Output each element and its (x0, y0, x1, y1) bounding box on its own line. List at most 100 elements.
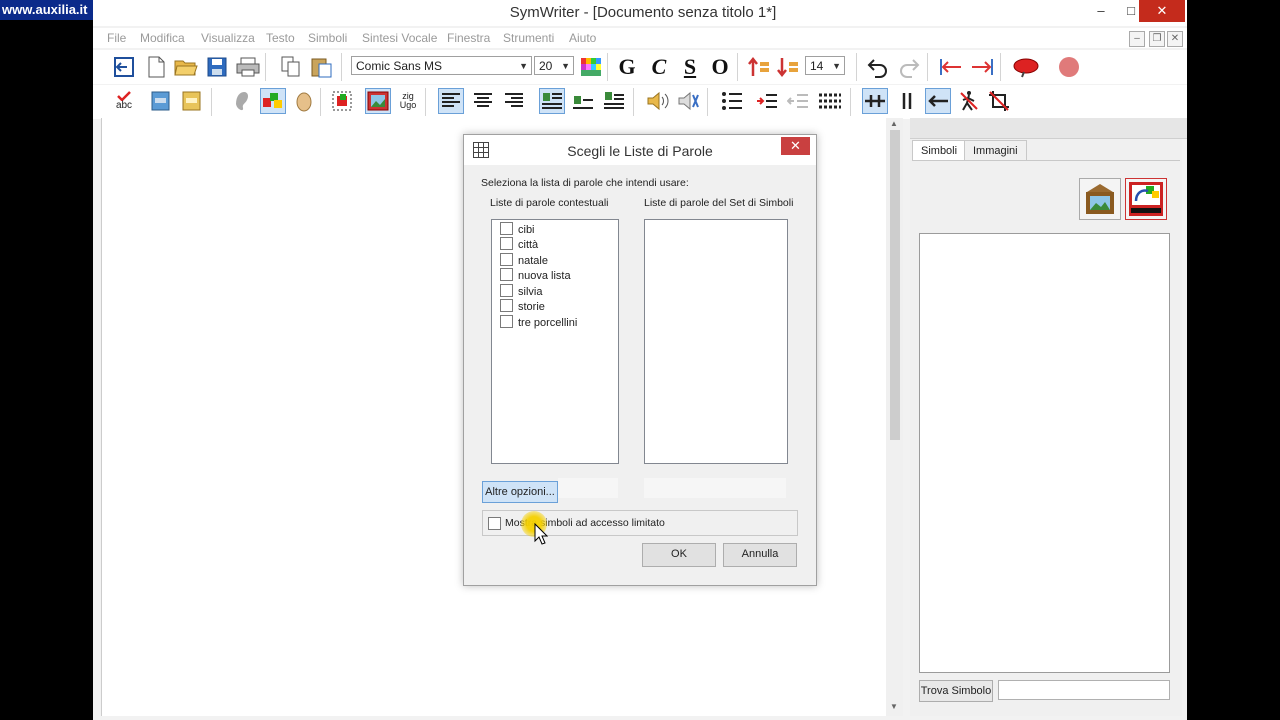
checkbox[interactable] (500, 268, 513, 281)
align-left-icon[interactable] (438, 88, 464, 114)
paste-icon[interactable] (309, 54, 335, 80)
tab-simboli[interactable]: Simboli (912, 140, 967, 161)
list-item[interactable]: natale (500, 253, 548, 268)
menu-strumenti[interactable]: Strumenti (503, 31, 554, 45)
symbol-size-up-icon[interactable] (746, 54, 772, 80)
menu-modifica[interactable]: Modifica (140, 31, 185, 45)
close-button[interactable]: ✕ (1139, 0, 1185, 22)
ear-icon[interactable] (228, 88, 254, 114)
arrow-left-icon[interactable] (925, 88, 951, 114)
minimize-button[interactable]: – (1086, 0, 1116, 22)
separator (607, 53, 608, 81)
symbol-mode-icon[interactable] (260, 88, 286, 114)
new-document-icon[interactable] (143, 54, 169, 80)
scrollbar-thumb[interactable] (890, 130, 900, 440)
list-item[interactable]: storie (500, 299, 545, 314)
open-folder-icon[interactable] (173, 54, 199, 80)
egg-icon[interactable] (291, 88, 317, 114)
undo-icon[interactable] (865, 54, 891, 80)
checkbox[interactable] (500, 237, 513, 250)
wordlist-book-icon[interactable] (179, 88, 205, 114)
mdi-close-button[interactable]: ✕ (1167, 31, 1183, 47)
speak-icon[interactable] (1013, 54, 1039, 80)
speaker-settings-icon[interactable] (676, 88, 702, 114)
save-icon[interactable] (204, 54, 230, 80)
outline-button[interactable]: O (707, 54, 733, 80)
underline-button[interactable]: S (677, 54, 703, 80)
font-size-select[interactable]: 20 ▼ (534, 56, 574, 75)
menu-aiuto[interactable]: Aiuto (569, 31, 596, 45)
valign-middle-icon[interactable] (570, 88, 596, 114)
menu-visualizza[interactable]: Visualizza (201, 31, 255, 45)
checkbox[interactable] (500, 222, 513, 235)
menu-simboli[interactable]: Simboli (308, 31, 347, 45)
chevron-down-icon: ▼ (519, 61, 528, 71)
symbol-frame-icon[interactable] (329, 88, 355, 114)
bold-button[interactable]: G (614, 54, 640, 80)
menu-sintesi-vocale[interactable]: Sintesi Vocale (362, 31, 437, 45)
numbered-list-icon[interactable] (817, 88, 843, 114)
font-size-value: 20 (539, 59, 553, 73)
indent-increase-icon[interactable] (969, 54, 995, 80)
redo-icon[interactable] (896, 54, 922, 80)
list-item[interactable]: tre porcellini (500, 315, 577, 330)
zigzag-icon[interactable]: zig Ugo (395, 88, 421, 114)
list-item[interactable]: città (500, 237, 538, 252)
menu-file[interactable]: File (107, 31, 126, 45)
valign-bottom-icon[interactable] (601, 88, 627, 114)
print-icon[interactable] (235, 54, 261, 80)
checkbox[interactable] (500, 253, 513, 266)
list-item[interactable]: silvia (500, 284, 542, 299)
walk-icon[interactable] (956, 88, 982, 114)
split-icon[interactable] (894, 88, 920, 114)
dialog-close-button[interactable]: ✕ (781, 137, 810, 155)
col-left-label: Liste di parole contestuali (490, 197, 609, 209)
exit-icon[interactable] (111, 54, 137, 80)
scroll-up-icon[interactable]: ▲ (890, 119, 898, 128)
copy-icon[interactable] (278, 54, 304, 80)
list-outdent-icon[interactable] (785, 88, 811, 114)
mdi-minimize-button[interactable]: – (1129, 31, 1145, 47)
checkbox[interactable] (500, 315, 513, 328)
scroll-down-icon[interactable]: ▼ (890, 702, 898, 711)
add-column-icon[interactable] (862, 88, 888, 114)
checkbox[interactable] (500, 299, 513, 312)
more-options-button[interactable]: Altre opzioni... (482, 481, 558, 503)
indent-decrease-icon[interactable] (938, 54, 964, 80)
symbol-results-list[interactable] (919, 233, 1170, 673)
symbol-size-select[interactable]: 14 ▼ (805, 56, 845, 75)
symbol-book-icon[interactable] (148, 88, 174, 114)
menu-finestra[interactable]: Finestra (447, 31, 490, 45)
speaker-icon[interactable] (645, 88, 671, 114)
record-icon[interactable] (1056, 54, 1082, 80)
align-center-icon[interactable] (470, 88, 496, 114)
contextual-wordlists[interactable]: cibi città natale nuova lista silvia sto… (491, 219, 619, 464)
tab-immagini[interactable]: Immagini (964, 140, 1027, 161)
bullet-list-icon[interactable] (719, 88, 745, 114)
find-symbol-button[interactable]: Trova Simbolo (919, 680, 993, 702)
valign-top-icon[interactable] (539, 88, 565, 114)
menu-testo[interactable]: Testo (266, 31, 295, 45)
image-library-icon[interactable] (1079, 178, 1121, 220)
align-right-icon[interactable] (501, 88, 527, 114)
spell-check-icon[interactable]: abc (111, 88, 137, 114)
checkbox[interactable] (500, 284, 513, 297)
cancel-button[interactable]: Annulla (723, 543, 797, 567)
symbol-swap-icon[interactable] (1125, 178, 1167, 220)
image-icon[interactable] (365, 88, 391, 114)
restricted-checkbox[interactable] (488, 517, 501, 530)
ok-button[interactable]: OK (642, 543, 716, 567)
list-item-label: cibi (518, 224, 535, 236)
find-symbol-input[interactable] (998, 680, 1170, 700)
color-palette-icon[interactable] (578, 54, 604, 80)
list-item[interactable]: nuova lista (500, 268, 571, 283)
font-select[interactable]: Comic Sans MS ▼ (351, 56, 532, 75)
symbolset-wordlists[interactable] (644, 219, 788, 464)
crop-icon[interactable] (986, 88, 1012, 114)
list-item[interactable]: cibi (500, 222, 535, 237)
list-indent-icon[interactable] (754, 88, 780, 114)
title-bar: SymWriter - [Documento senza titolo 1*] … (93, 0, 1187, 26)
mdi-restore-button[interactable]: ❐ (1149, 31, 1165, 47)
italic-button[interactable]: C (646, 54, 672, 80)
symbol-size-down-icon[interactable] (775, 54, 801, 80)
